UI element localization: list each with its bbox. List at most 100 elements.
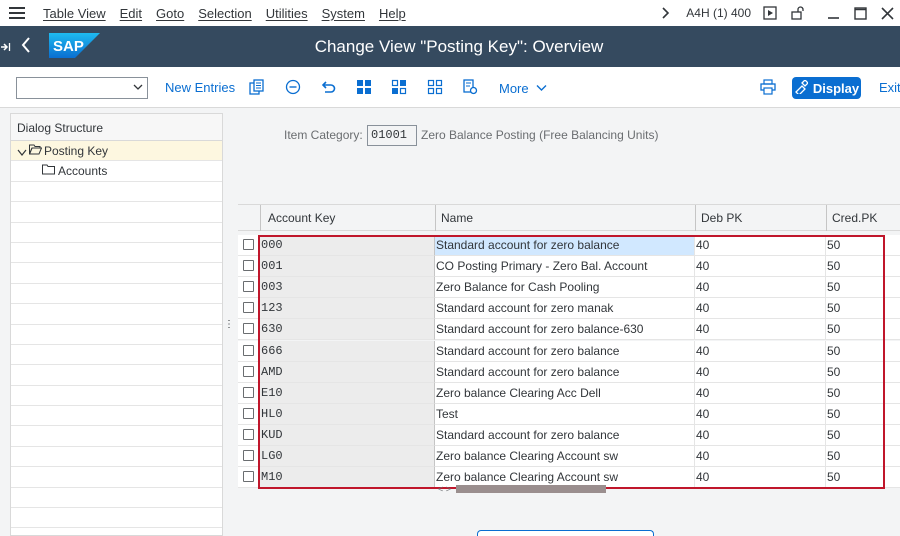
new-entries-button[interactable]: New Entries xyxy=(165,80,235,95)
display-button[interactable]: Display xyxy=(792,77,861,99)
menu-utilities[interactable]: Utilities xyxy=(266,6,308,21)
column-header-name[interactable]: Name xyxy=(435,205,695,231)
command-field-select[interactable] xyxy=(16,77,148,99)
account-key-cell[interactable]: 003 xyxy=(260,277,435,299)
deb-pk-cell[interactable]: 40 xyxy=(695,424,826,446)
row-checkbox[interactable] xyxy=(243,239,254,250)
menu-selection[interactable]: Selection xyxy=(198,6,251,21)
name-cell[interactable]: Zero balance Clearing Account sw xyxy=(435,446,695,468)
table-row[interactable]: KUD Standard account for zero balance 40 50 xyxy=(238,424,900,446)
deb-pk-cell[interactable]: 40 xyxy=(695,256,826,278)
deb-pk-cell[interactable]: 40 xyxy=(695,361,826,383)
undo-icon[interactable] xyxy=(320,79,336,95)
tree-item-posting-key[interactable]: Posting Key xyxy=(11,141,222,162)
row-checkbox[interactable] xyxy=(243,450,254,461)
row-checkbox[interactable] xyxy=(243,302,254,314)
menu-table-view[interactable]: Table View xyxy=(43,6,106,21)
delete-icon[interactable] xyxy=(285,79,301,95)
row-checkbox[interactable] xyxy=(243,281,254,293)
account-key-cell[interactable]: 001 xyxy=(260,256,435,278)
cred-pk-cell[interactable]: 50 xyxy=(826,340,900,362)
name-cell[interactable]: CO Posting Primary - Zero Bal. Account xyxy=(435,256,695,278)
horizontal-scrollbar[interactable] xyxy=(456,485,606,493)
account-key-cell[interactable]: 000 xyxy=(260,235,435,257)
table-row[interactable]: AMD Standard account for zero balance 40 50 xyxy=(238,361,900,383)
name-cell[interactable]: Standard account for zero balance xyxy=(435,361,695,383)
account-key-cell[interactable]: 123 xyxy=(260,298,435,320)
cred-pk-cell[interactable]: 50 xyxy=(826,277,900,299)
bottom-button-partial[interactable] xyxy=(477,530,654,536)
deb-pk-cell[interactable]: 40 xyxy=(695,467,826,489)
back-icon[interactable] xyxy=(20,36,32,54)
table-row[interactable]: 001 CO Posting Primary - Zero Bal. Accoun… xyxy=(238,256,900,278)
table-row[interactable]: E10 Zero balance Clearing Acc Dell 40 50 xyxy=(238,382,900,404)
row-checkbox[interactable] xyxy=(243,365,254,377)
account-key-cell[interactable]: HL0 xyxy=(260,403,435,425)
cred-pk-cell[interactable]: 50 xyxy=(826,298,900,320)
deb-pk-cell[interactable]: 40 xyxy=(695,403,826,425)
panel-splitter-handle[interactable]: ⋮ xyxy=(224,320,234,330)
name-cell[interactable]: Zero Balance for Cash Pooling xyxy=(435,277,695,299)
table-row[interactable]: HL0 Test 40 50 xyxy=(238,403,900,425)
scroll-arrows-icon[interactable]: < > xyxy=(438,484,451,494)
exit-button[interactable]: Exit xyxy=(879,80,900,95)
table-row[interactable]: 666 Standard account for zero balance 40 50 xyxy=(238,340,900,362)
name-cell[interactable]: Standard account for zero balance xyxy=(435,235,695,257)
deb-pk-cell[interactable]: 40 xyxy=(695,340,826,362)
name-cell[interactable]: Test xyxy=(435,403,695,425)
select-block-icon[interactable] xyxy=(391,79,407,95)
cred-pk-cell[interactable]: 50 xyxy=(826,382,900,404)
cred-pk-cell[interactable]: 50 xyxy=(826,424,900,446)
maximize-icon[interactable] xyxy=(853,6,867,20)
row-checkbox[interactable] xyxy=(243,323,254,335)
account-key-cell[interactable]: KUD xyxy=(260,424,435,446)
cred-pk-cell[interactable]: 50 xyxy=(826,446,900,468)
deb-pk-cell[interactable]: 40 xyxy=(695,382,826,404)
deb-pk-cell[interactable]: 40 xyxy=(695,298,826,320)
chevron-down-icon[interactable] xyxy=(133,81,143,91)
row-checkbox[interactable] xyxy=(243,260,254,272)
menu-edit[interactable]: Edit xyxy=(120,6,142,21)
deb-pk-cell[interactable]: 40 xyxy=(695,446,826,468)
cred-pk-cell[interactable]: 50 xyxy=(826,256,900,278)
row-checkbox[interactable] xyxy=(243,428,254,440)
cred-pk-cell[interactable]: 50 xyxy=(826,361,900,383)
minimize-icon[interactable] xyxy=(826,6,840,20)
account-key-cell[interactable]: LG0 xyxy=(260,446,435,468)
expand-caret-icon[interactable] xyxy=(17,146,27,156)
table-row[interactable]: 630 Standard account for zero balance-630… xyxy=(238,319,900,341)
menu-system[interactable]: System xyxy=(322,6,365,21)
account-key-cell[interactable]: 630 xyxy=(260,319,435,341)
column-header-cred-pk[interactable]: Cred.PK xyxy=(826,205,900,231)
name-cell[interactable]: Standard account for zero manak xyxy=(435,298,695,320)
run-icon[interactable] xyxy=(763,6,777,20)
menu-help[interactable]: Help xyxy=(379,6,406,21)
row-checkbox[interactable] xyxy=(243,407,254,419)
column-header-deb-pk[interactable]: Deb PK xyxy=(695,205,826,231)
deb-pk-cell[interactable]: 40 xyxy=(695,235,826,257)
deb-pk-cell[interactable]: 40 xyxy=(695,319,826,341)
row-checkbox[interactable] xyxy=(243,471,254,483)
menu-goto[interactable]: Goto xyxy=(156,6,184,21)
table-row[interactable]: LG0 Zero balance Clearing Account sw 40 50 xyxy=(238,446,900,468)
print-icon[interactable] xyxy=(760,79,776,95)
cred-pk-cell[interactable]: 50 xyxy=(826,467,900,489)
account-key-cell[interactable]: E10 xyxy=(260,382,435,404)
name-cell[interactable]: Zero balance Clearing Acc Dell xyxy=(435,382,695,404)
table-row[interactable]: 000 Standard account for zero balance 40 50 xyxy=(238,235,900,257)
configure-icon[interactable] xyxy=(462,79,478,95)
column-header-account-key[interactable]: Account Key xyxy=(260,205,435,231)
select-all-icon[interactable] xyxy=(356,79,372,95)
close-icon[interactable] xyxy=(880,6,894,20)
cred-pk-cell[interactable]: 50 xyxy=(826,235,900,257)
chevron-right-icon[interactable] xyxy=(659,6,673,20)
more-button[interactable]: More xyxy=(499,80,547,96)
name-cell[interactable]: Standard account for zero balance-630 xyxy=(435,319,695,341)
account-key-cell[interactable]: AMD xyxy=(260,361,435,383)
name-cell[interactable]: Standard account for zero balance xyxy=(435,340,695,362)
cred-pk-cell[interactable]: 50 xyxy=(826,319,900,341)
tree-item-accounts[interactable]: Accounts xyxy=(11,161,222,182)
copy-icon[interactable] xyxy=(249,79,265,95)
name-cell[interactable]: Standard account for zero balance xyxy=(435,424,695,446)
exit-arrow-icon[interactable] xyxy=(1,41,11,55)
